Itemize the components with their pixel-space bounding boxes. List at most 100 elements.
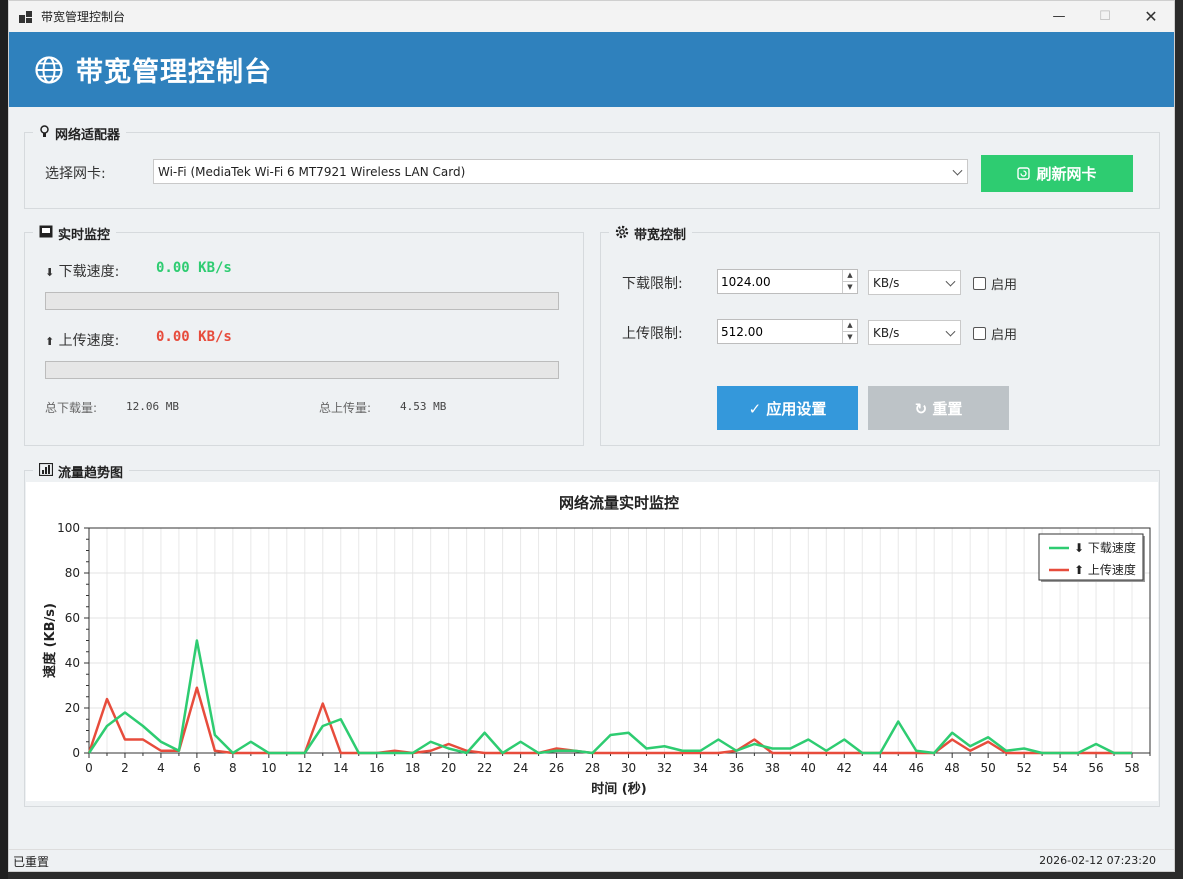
download-progress-bar: [45, 292, 559, 310]
chart-title: 网络流量实时监控: [559, 494, 679, 512]
x-tick-label: 20: [441, 761, 456, 775]
adapter-select[interactable]: Wi-Fi (MediaTek Wi-Fi 6 MT7921 Wireless …: [153, 159, 968, 184]
status-bar: 已重置 2026-02-12 07:23:20: [9, 849, 1174, 871]
total-download-value: 12.06 MB: [126, 400, 179, 413]
chevron-down-icon: [945, 276, 956, 287]
x-tick-label: 48: [945, 761, 960, 775]
refresh-adapter-button[interactable]: 刷新网卡: [981, 155, 1133, 192]
plot-frame: [88, 527, 1151, 754]
x-tick-label: 34: [693, 761, 708, 775]
x-tick-label: 52: [1016, 761, 1031, 775]
monitor-group-title: 实时监控: [33, 224, 117, 243]
app-header: 带宽管理控制台: [9, 32, 1174, 107]
x-tick-label: 12: [297, 761, 312, 775]
lightbulb-icon: [39, 125, 50, 142]
title-bar: 带宽管理控制台 — ☐ ✕: [9, 1, 1174, 32]
checkbox-icon: [973, 327, 986, 340]
app-icon: [19, 10, 33, 24]
arrow-up-icon: ⬆: [45, 335, 55, 348]
y-axis-label: 速度 (KB/s): [42, 603, 58, 678]
refresh-icon: [1017, 167, 1031, 180]
x-tick-label: 38: [765, 761, 780, 775]
adapter-selected-value: Wi-Fi (MediaTek Wi-Fi 6 MT7921 Wireless …: [158, 164, 466, 179]
upload-speed-label: ⬆ 上传速度:: [45, 333, 120, 349]
y-tick-label: 40: [65, 656, 80, 670]
x-tick-label: 42: [837, 761, 852, 775]
app-window: 带宽管理控制台 — ☐ ✕ 带宽管理控制台 网络适配器 选择网卡: Wi-Fi …: [8, 0, 1175, 872]
traffic-line-chart: 0204060801000 2 4 6 8 10 12 14 16 18 20 22 24 26 28 30 3…: [42, 494, 1151, 797]
spin-up-icon[interactable]: ▲: [843, 270, 857, 282]
minimize-icon[interactable]: —: [1036, 1, 1082, 32]
x-axis-label: 时间 (秒): [591, 781, 646, 797]
x-tick-label: 14: [333, 761, 348, 775]
y-tick-label: 0: [72, 746, 80, 760]
x-tick-label: 40: [801, 761, 816, 775]
x-tick-label: 56: [1088, 761, 1103, 775]
download-speed-label: ⬇ 下载速度:: [45, 264, 120, 280]
x-tick-label: 6: [193, 761, 201, 775]
page-title: 带宽管理控制台: [76, 57, 272, 88]
x-tick-label: 8: [229, 761, 237, 775]
upload-limit-spinbox[interactable]: 512.00 ▲ ▼: [717, 319, 858, 344]
upload-enable-checkbox[interactable]: 启用: [973, 324, 1017, 343]
upload-progress-bar: [45, 361, 559, 379]
x-tick-label: 46: [909, 761, 924, 775]
y-tick-label: 100: [57, 521, 80, 535]
y-tick-label: 60: [65, 611, 80, 625]
y-tick-label: 80: [65, 566, 80, 580]
upload-speed-value: 0.00 KB/s: [156, 329, 232, 345]
background-edge: [0, 0, 8, 879]
x-tick-label: 0: [85, 761, 93, 775]
total-download-label: 总下载量:: [45, 401, 98, 415]
x-tick-label: 2: [121, 761, 129, 775]
download-unit-select[interactable]: KB/s: [868, 270, 961, 295]
x-tick-label: 4: [157, 761, 165, 775]
x-tick-label: 26: [549, 761, 564, 775]
chart-icon: [38, 462, 54, 480]
x-tick-label: 36: [729, 761, 744, 775]
status-message: 已重置: [13, 855, 50, 869]
x-tick-label: 10: [261, 761, 276, 775]
window-title: 带宽管理控制台: [41, 10, 126, 24]
y-tick-label: 20: [65, 701, 80, 715]
checkbox-icon: [973, 277, 986, 290]
chevron-down-icon: [945, 326, 956, 337]
traffic-chart-panel: 0 20 40 60 80 100 0 2 4 6 8 10 12 14 16 18 20 22 24 26 28 30 3…: [26, 482, 1158, 801]
upload-limit-value: 512.00: [721, 324, 763, 339]
reset-button[interactable]: ↻ 重置: [868, 386, 1009, 430]
download-limit-label: 下载限制:: [622, 276, 683, 292]
x-tick-label: 32: [657, 761, 672, 775]
status-timestamp: 2026-02-12 07:23:20: [1039, 854, 1156, 867]
total-upload-value: 4.53 MB: [400, 400, 447, 413]
x-tick-label: 30: [621, 761, 636, 775]
chevron-down-icon: [952, 165, 963, 176]
spin-down-icon[interactable]: ▼: [843, 332, 857, 344]
monitor-icon: [39, 225, 53, 242]
x-tick-label: 24: [513, 761, 528, 775]
apply-settings-button[interactable]: ✓ 应用设置: [717, 386, 858, 430]
trend-group-title: 流量趋势图: [33, 462, 130, 481]
download-limit-spinbox[interactable]: 1024.00 ▲ ▼: [717, 269, 858, 294]
x-tick-label: 22: [477, 761, 492, 775]
monitor-group: 实时监控 ⬇ 下载速度: 0.00 KB/s ⬆ 上传速度: 0.00 KB/s…: [24, 224, 584, 446]
x-tick-label: 44: [873, 761, 888, 775]
spin-down-icon[interactable]: ▼: [843, 282, 857, 294]
adapter-group: 网络适配器 选择网卡: Wi-Fi (MediaTek Wi-Fi 6 MT79…: [24, 124, 1160, 209]
maximize-icon[interactable]: ☐: [1082, 1, 1128, 32]
spin-up-icon[interactable]: ▲: [843, 320, 857, 332]
close-icon[interactable]: ✕: [1128, 1, 1174, 32]
download-enable-checkbox[interactable]: 启用: [973, 274, 1017, 293]
upload-limit-label: 上传限制:: [622, 326, 683, 342]
adapter-group-title: 网络适配器: [33, 124, 127, 143]
download-speed-value: 0.00 KB/s: [156, 260, 232, 276]
legend-label: ⬆ 上传速度: [1074, 562, 1136, 577]
x-tick-label: 28: [585, 761, 600, 775]
globe-icon: [35, 55, 63, 84]
upload-unit-select[interactable]: KB/s: [868, 320, 961, 345]
x-tick-label: 54: [1052, 761, 1067, 775]
x-tick-label: 58: [1124, 761, 1139, 775]
total-upload-label: 总上传量:: [319, 401, 372, 415]
gear-icon: [615, 225, 629, 243]
bandwidth-control-group: 带宽控制 下载限制: 1024.00 ▲ ▼ KB/s 启用 上传限制: 512.…: [600, 224, 1160, 446]
x-tick-label: 50: [981, 761, 996, 775]
